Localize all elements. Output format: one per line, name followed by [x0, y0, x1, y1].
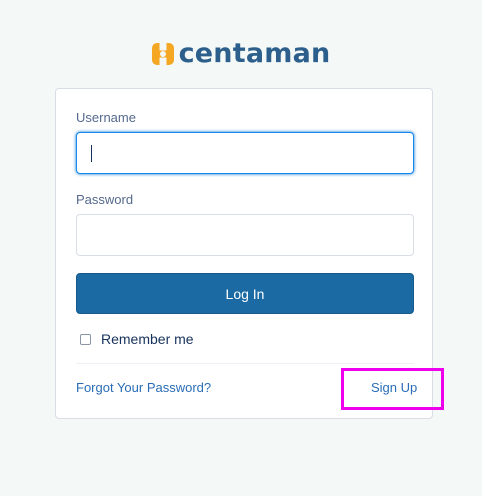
- centaman-logo-icon: [151, 43, 174, 65]
- username-input[interactable]: [76, 132, 414, 174]
- login-button[interactable]: Log In: [76, 273, 414, 314]
- remember-me-checkbox[interactable]: [80, 333, 91, 345]
- forgot-password-link[interactable]: Forgot Your Password?: [76, 380, 211, 396]
- brand-logo: centaman: [0, 38, 482, 70]
- username-label: Username: [76, 110, 136, 125]
- password-label: Password: [76, 192, 134, 207]
- sign-up-highlight-box: [341, 368, 444, 410]
- password-input[interactable]: [76, 214, 414, 256]
- brand-name: centaman: [178, 38, 331, 69]
- footer-divider: [76, 363, 414, 364]
- text-caret: [91, 145, 92, 162]
- remember-me-row[interactable]: Remember me: [80, 330, 194, 348]
- remember-me-label[interactable]: Remember me: [101, 331, 194, 347]
